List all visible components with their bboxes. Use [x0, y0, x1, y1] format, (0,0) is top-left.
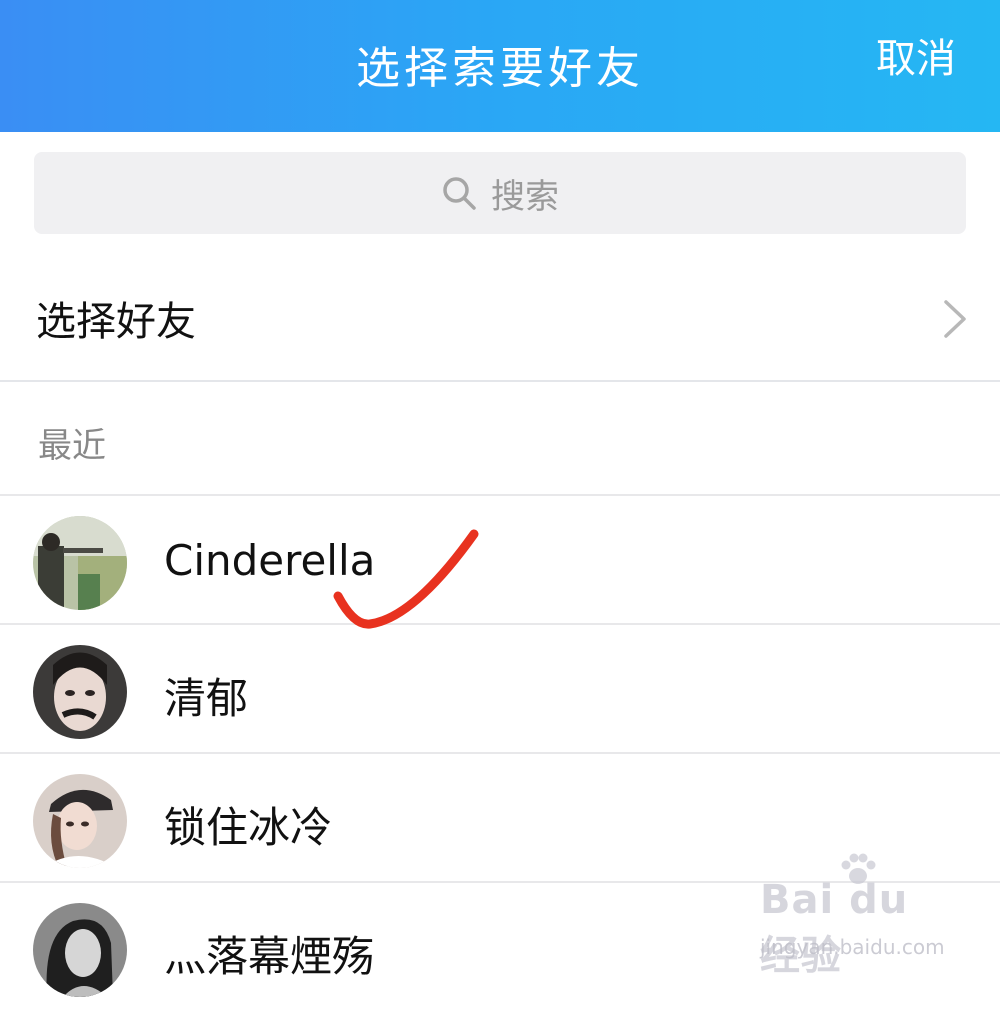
avatar: [33, 774, 127, 868]
avatar: [33, 903, 127, 997]
header-bar: 选择索要好友 取消: [0, 0, 1000, 132]
search-placeholder: 搜索: [491, 176, 559, 217]
select-friends-label: 选择好友: [36, 299, 196, 345]
contact-item[interactable]: 清郁: [0, 623, 1000, 752]
watermark-url: jingyan.baidu.com: [760, 935, 945, 959]
contact-item[interactable]: Cinderella: [0, 494, 1000, 623]
select-friends-row[interactable]: 选择好友: [0, 256, 1000, 382]
search-input[interactable]: 搜索: [34, 152, 966, 234]
watermark: Bai du 经验 jingyan.baidu.com: [760, 853, 950, 987]
contact-name: 灬落幕煙殇: [164, 932, 375, 981]
chevron-right-icon: [944, 300, 966, 338]
watermark-logo: Bai du 经验: [760, 877, 909, 979]
contact-name: 锁住冰冷: [164, 803, 333, 852]
contact-name: 清郁: [164, 674, 249, 723]
cancel-button[interactable]: 取消: [876, 26, 956, 84]
page-title: 选择索要好友: [356, 43, 644, 94]
avatar: [33, 645, 127, 739]
avatar: [33, 516, 127, 610]
section-label-recent: 最近: [38, 426, 106, 466]
checkmark-icon: [333, 529, 479, 629]
search-icon: [443, 177, 476, 210]
